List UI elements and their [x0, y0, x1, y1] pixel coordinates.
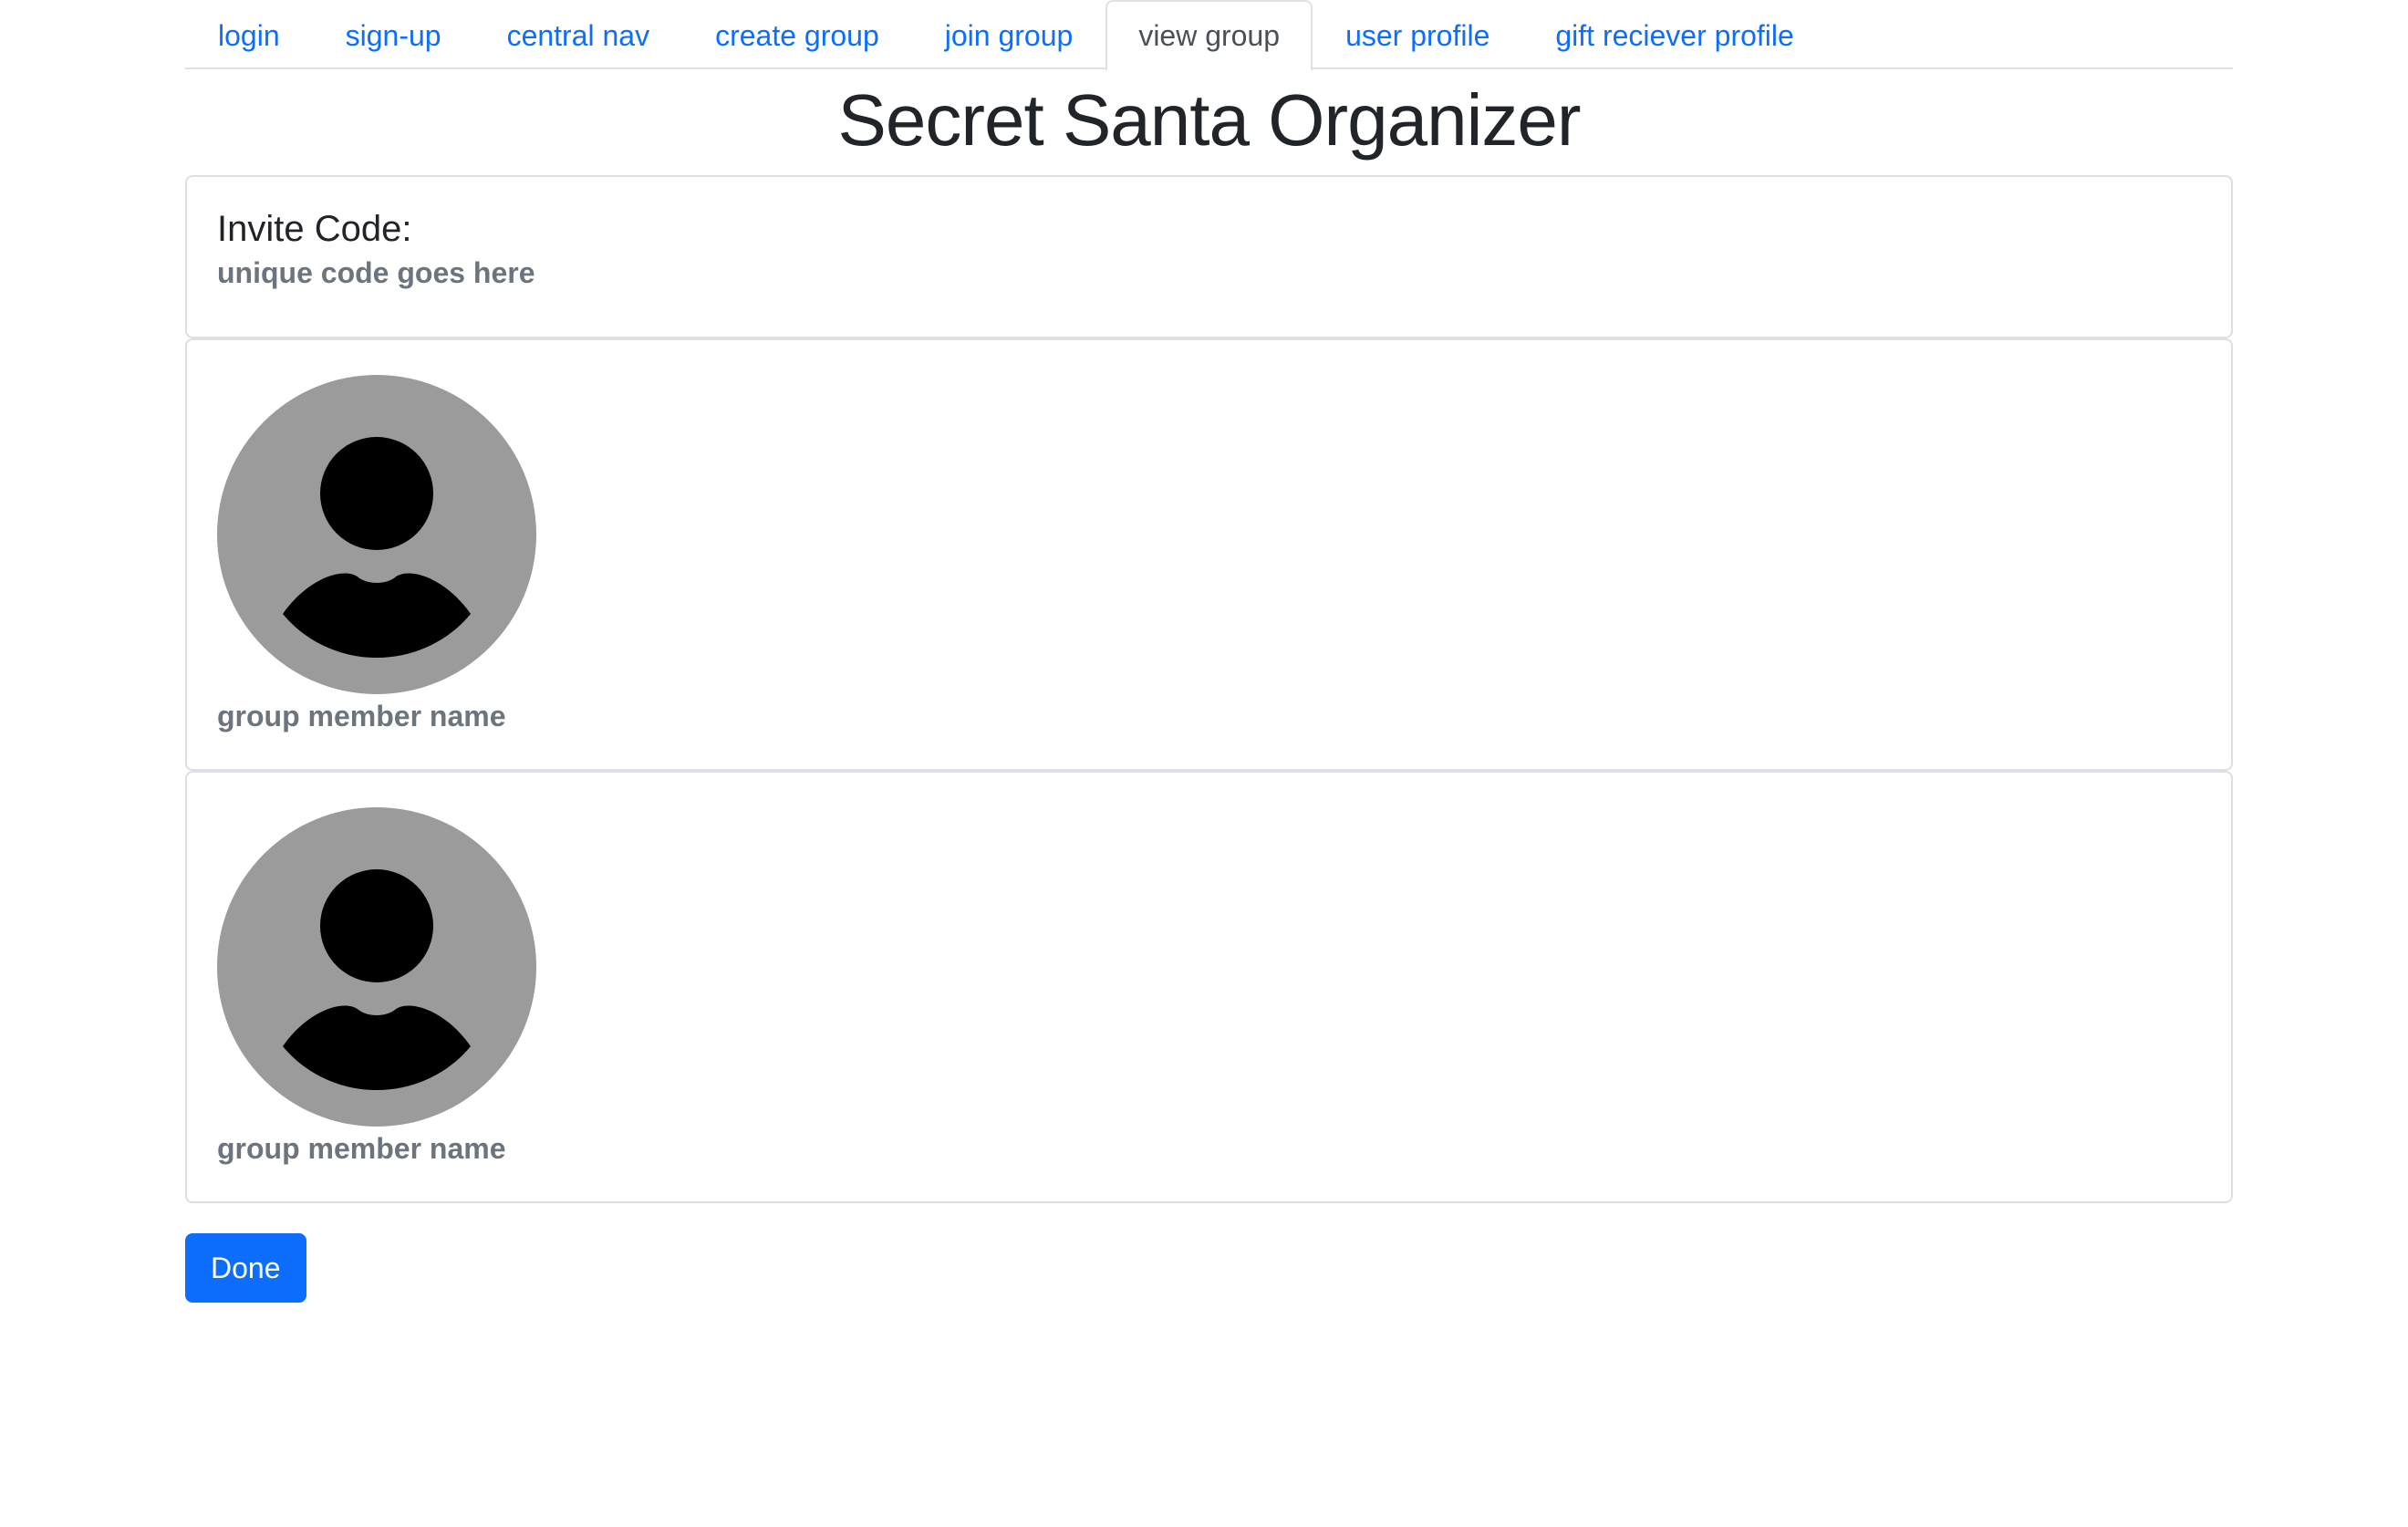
tab-gift-reciever-profile[interactable]: gift reciever profile: [1522, 0, 1826, 71]
actions-row: Done: [185, 1233, 2233, 1303]
page-container: login sign-up central nav create group j…: [185, 0, 2233, 1303]
user-avatar-icon: [217, 807, 536, 1127]
user-avatar-icon: [217, 375, 536, 694]
done-button[interactable]: Done: [185, 1233, 306, 1303]
invite-code-card: Invite Code: unique code goes here: [185, 175, 2233, 338]
member-card: group member name: [185, 771, 2233, 1203]
member-name: group member name: [217, 1132, 506, 1165]
nav-tabs: login sign-up central nav create group j…: [185, 0, 2233, 71]
page-title: Secret Santa Organizer: [837, 79, 1582, 161]
tab-login[interactable]: login: [185, 0, 313, 71]
member-name: group member name: [217, 700, 506, 732]
tab-sign-up[interactable]: sign-up: [313, 0, 474, 71]
tab-create-group[interactable]: create group: [682, 0, 912, 71]
tab-central-nav[interactable]: central nav: [474, 0, 683, 71]
tab-user-profile[interactable]: user profile: [1313, 0, 1522, 71]
tab-view-group[interactable]: view group: [1105, 0, 1313, 71]
invite-code-value: unique code goes here: [217, 256, 535, 289]
invite-code-heading: Invite Code:: [217, 209, 412, 249]
member-card: group member name: [185, 338, 2233, 771]
tab-join-group[interactable]: join group: [912, 0, 1106, 71]
